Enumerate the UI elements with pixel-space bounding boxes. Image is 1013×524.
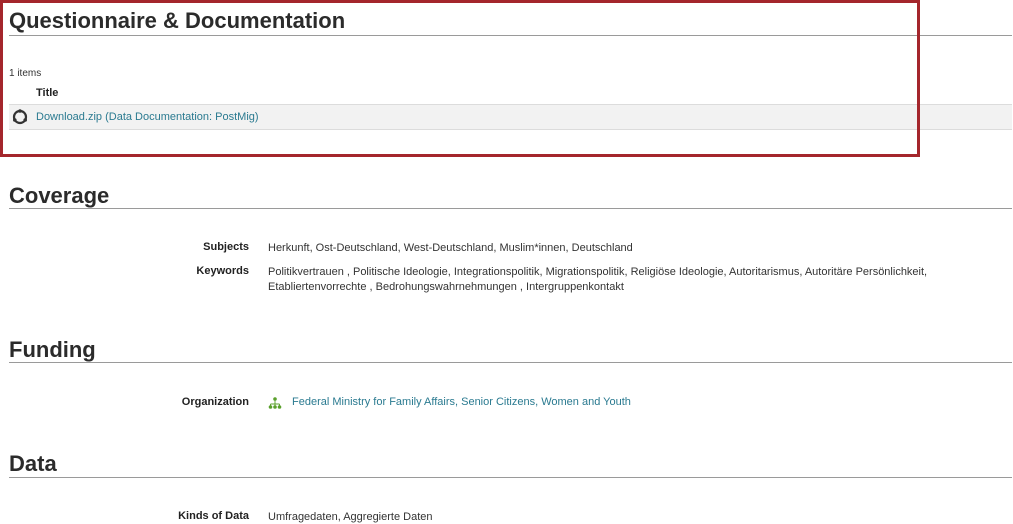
coverage-section-title: Coverage <box>9 183 110 208</box>
coverage-divider <box>9 208 1012 209</box>
funding-divider <box>9 362 1012 363</box>
keywords-label: Keywords <box>196 265 249 277</box>
organization-icon <box>268 397 282 409</box>
kinds-of-data-label: Kinds of Data <box>178 510 249 522</box>
page: Questionnaire & Documentation 1 items Ti… <box>0 0 1013 524</box>
organization-link[interactable]: Federal Ministry for Family Affairs, Sen… <box>292 396 631 408</box>
data-section-title: Data <box>9 451 57 476</box>
keywords-value: Politikvertrauen , Politische Ideologie,… <box>268 266 928 293</box>
subjects-value: Herkunft, Ost-Deutschland, West-Deutschl… <box>268 242 633 254</box>
organization-label: Organization <box>181 396 249 408</box>
data-divider <box>9 477 1012 478</box>
funding-section-title: Funding <box>9 337 96 362</box>
kinds-of-data-value: Umfragedaten, Aggregierte Daten <box>268 511 433 523</box>
subjects-label: Subjects <box>203 241 249 253</box>
highlight-box <box>0 0 920 157</box>
